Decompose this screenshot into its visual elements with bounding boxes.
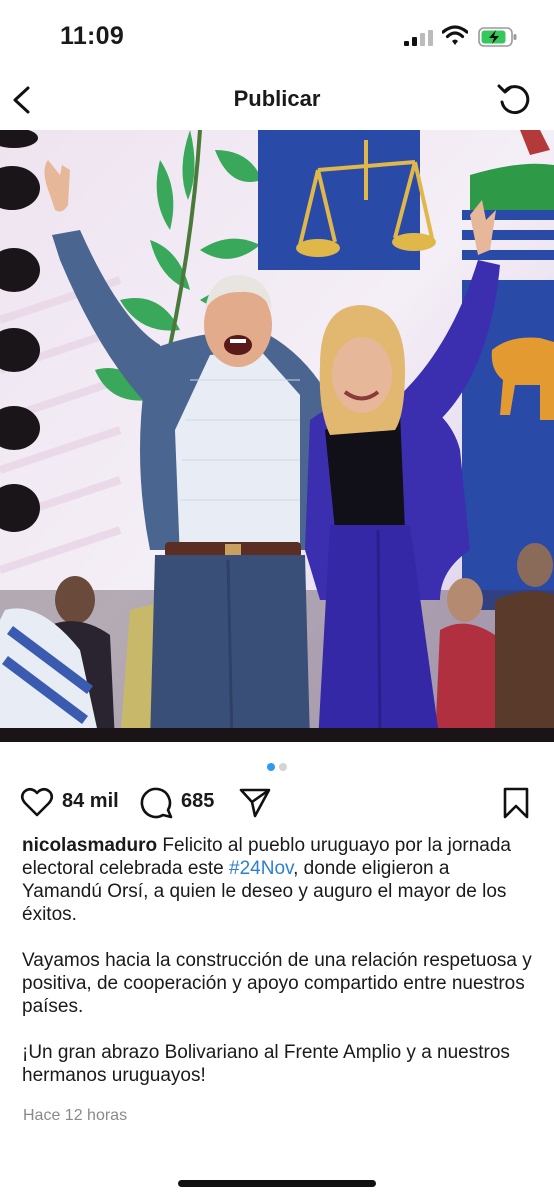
battery-icon: [478, 27, 517, 47]
carousel-indicator: [0, 758, 554, 771]
post-image[interactable]: [0, 130, 554, 742]
action-bar: 84 mil 685: [0, 780, 554, 824]
share-icon[interactable]: [238, 786, 272, 818]
comment-icon[interactable]: [140, 786, 174, 820]
header: Publicar: [0, 72, 554, 128]
wifi-icon: [442, 25, 468, 45]
status-time: 11:09: [60, 22, 125, 50]
bookmark-icon[interactable]: [500, 786, 532, 820]
carousel-dot: [279, 763, 287, 771]
post-timestamp: Hace 12 horas: [23, 1107, 128, 1124]
hashtag-link[interactable]: #24Nov: [229, 858, 293, 879]
post-caption: nicolasmaduro Felicito al pueblo uruguay…: [22, 834, 532, 1110]
heart-icon[interactable]: [20, 786, 54, 818]
caption-paragraph: Vayamos hacia la construcción de una rel…: [22, 950, 532, 1017]
refresh-icon[interactable]: [494, 78, 534, 120]
like-count[interactable]: 84 mil: [62, 790, 119, 813]
username[interactable]: nicolasmaduro: [22, 835, 157, 856]
comment-count[interactable]: 685: [181, 790, 214, 813]
post-photo: [0, 130, 554, 742]
carousel-dot-active: [267, 763, 275, 771]
status-bar: 11:09: [0, 0, 554, 72]
home-indicator[interactable]: [178, 1180, 376, 1187]
page-title: Publicar: [233, 86, 321, 111]
caption-paragraph: ¡Un gran abrazo Bolivariano al Frente Am…: [22, 1042, 510, 1086]
caption-paragraph: nicolasmaduro Felicito al pueblo uruguay…: [22, 834, 532, 926]
signal-icon: [404, 30, 433, 46]
